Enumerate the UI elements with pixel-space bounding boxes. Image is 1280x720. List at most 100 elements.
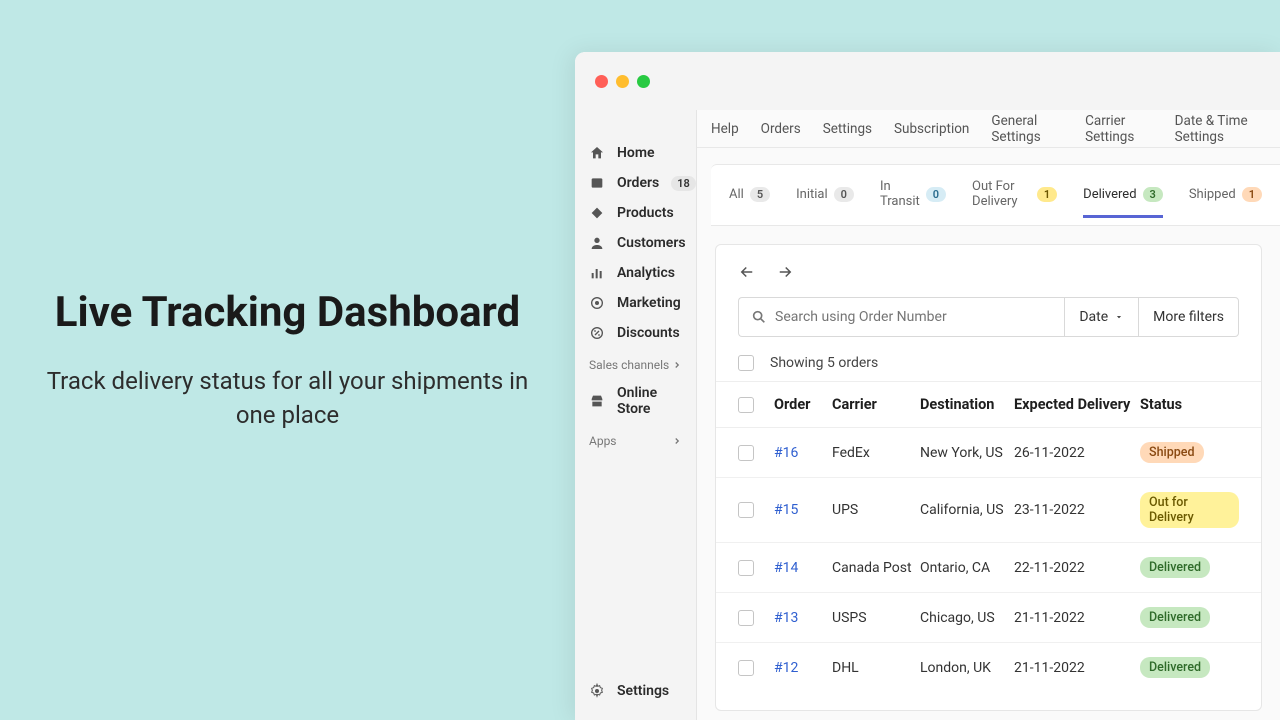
sidebar-item-label: Marketing — [617, 295, 681, 311]
section-label-text: Apps — [589, 434, 617, 448]
caret-down-icon — [1114, 312, 1124, 322]
cell-carrier: FedEx — [832, 445, 920, 461]
search-icon — [751, 309, 767, 325]
tab-count-pill: 1 — [1242, 187, 1262, 202]
order-link[interactable]: #14 — [774, 560, 798, 576]
search-container — [738, 297, 1064, 337]
sidebar-item-marketing[interactable]: Marketing — [575, 288, 696, 318]
sidebar-item-home[interactable]: Home — [575, 138, 696, 168]
table-row: #15UPSCalifornia, US23-11-2022Out for De… — [716, 478, 1261, 543]
discounts-icon — [589, 325, 605, 341]
cell-carrier: UPS — [832, 502, 920, 518]
main-pane: Help Orders Settings Subscription Genera… — [697, 110, 1280, 720]
prev-page-button[interactable] — [738, 263, 756, 281]
sidebar-item-discounts[interactable]: Discounts — [575, 318, 696, 348]
next-page-button[interactable] — [776, 263, 794, 281]
order-link[interactable]: #12 — [774, 660, 798, 676]
maximize-window-button[interactable] — [637, 75, 650, 88]
store-icon — [589, 393, 605, 409]
app-window: Home Orders 18 Products Customers Analyt… — [575, 52, 1280, 720]
cell-destination: Ontario, CA — [920, 560, 1014, 576]
sidebar-item-label: Discounts — [617, 325, 680, 341]
tab-all[interactable]: All5 — [729, 173, 770, 218]
more-filters-button[interactable]: More filters — [1138, 297, 1239, 337]
topnav-carrier-settings[interactable]: Carrier Settings — [1085, 113, 1153, 145]
cell-carrier: DHL — [832, 660, 920, 676]
sidebar-item-label: Products — [617, 205, 674, 221]
date-filter-button[interactable]: Date — [1064, 297, 1138, 337]
minimize-window-button[interactable] — [616, 75, 629, 88]
tab-label: Delivered — [1083, 187, 1136, 202]
app-body: Home Orders 18 Products Customers Analyt… — [575, 110, 1280, 720]
row-checkbox[interactable] — [738, 560, 754, 576]
table-row: #14Canada PostOntario, CA22-11-2022Deliv… — [716, 543, 1261, 593]
cell-expected: 26-11-2022 — [1014, 445, 1140, 461]
row-checkbox[interactable] — [738, 445, 754, 461]
orders-badge: 18 — [671, 176, 696, 191]
hero-subtitle: Track delivery status for all your shipm… — [40, 365, 535, 432]
tab-label: Out For Delivery — [972, 179, 1031, 209]
row-checkbox[interactable] — [738, 502, 754, 518]
tab-shipped[interactable]: Shipped1 — [1189, 173, 1262, 218]
pagination-arrows — [716, 263, 1261, 297]
topnav-subscription[interactable]: Subscription — [894, 121, 969, 137]
sidebar-item-customers[interactable]: Customers — [575, 228, 696, 258]
table-row: #13USPSChicago, US21-11-2022Delivered — [716, 593, 1261, 643]
topnav-settings[interactable]: Settings — [823, 121, 872, 137]
chevron-right-icon — [672, 436, 682, 446]
analytics-icon — [589, 265, 605, 281]
topnav-general-settings[interactable]: General Settings — [991, 113, 1063, 145]
order-link[interactable]: #16 — [774, 445, 798, 461]
cell-expected: 21-11-2022 — [1014, 660, 1140, 676]
hero-panel: Live Tracking Dashboard Track delivery s… — [0, 0, 575, 720]
sidebar-item-analytics[interactable]: Analytics — [575, 258, 696, 288]
customers-icon — [589, 235, 605, 251]
cell-expected: 21-11-2022 — [1014, 610, 1140, 626]
sidebar-item-settings[interactable]: Settings — [575, 676, 696, 706]
sidebar-item-products[interactable]: Products — [575, 198, 696, 228]
hero-title: Live Tracking Dashboard — [55, 288, 520, 337]
tab-delivered[interactable]: Delivered3 — [1083, 173, 1163, 218]
showing-text: Showing 5 orders — [770, 355, 878, 371]
sidebar: Home Orders 18 Products Customers Analyt… — [575, 110, 697, 720]
section-sales-channels[interactable]: Sales channels — [575, 348, 696, 378]
col-destination: Destination — [920, 396, 1014, 413]
tab-initial[interactable]: Initial0 — [796, 173, 854, 218]
select-all-checkbox[interactable] — [738, 355, 754, 371]
tab-in-transit[interactable]: In Transit0 — [880, 165, 946, 225]
cell-carrier: USPS — [832, 610, 920, 626]
col-carrier: Carrier — [832, 396, 920, 413]
cell-destination: California, US — [920, 502, 1014, 518]
search-input[interactable] — [775, 309, 1052, 325]
row-checkbox[interactable] — [738, 610, 754, 626]
cell-destination: Chicago, US — [920, 610, 1014, 626]
order-link[interactable]: #15 — [774, 502, 798, 518]
topnav-help[interactable]: Help — [711, 121, 739, 137]
sidebar-item-label: Analytics — [617, 265, 675, 281]
sidebar-item-label: Orders — [617, 175, 659, 191]
sidebar-item-orders[interactable]: Orders 18 — [575, 168, 696, 198]
section-apps[interactable]: Apps — [575, 424, 696, 454]
sidebar-item-label: Online Store — [617, 385, 682, 417]
header-checkbox[interactable] — [738, 397, 754, 413]
tab-out-for-delivery[interactable]: Out For Delivery1 — [972, 165, 1057, 225]
content-area: All5Initial0In Transit0Out For Delivery1… — [697, 148, 1280, 720]
close-window-button[interactable] — [595, 75, 608, 88]
row-checkbox[interactable] — [738, 660, 754, 676]
gear-icon — [589, 683, 605, 699]
more-filters-label: More filters — [1153, 309, 1224, 325]
col-order: Order — [774, 396, 832, 413]
table-row: #12DHLLondon, UK21-11-2022Delivered — [716, 643, 1261, 692]
section-label-text: Sales channels — [589, 358, 669, 372]
order-link[interactable]: #13 — [774, 610, 798, 626]
traffic-lights — [595, 75, 650, 88]
col-status: Status — [1140, 396, 1239, 413]
table-header: Order Carrier Destination Expected Deliv… — [716, 381, 1261, 428]
sidebar-item-online-store[interactable]: Online Store — [575, 378, 696, 424]
topnav-orders[interactable]: Orders — [761, 121, 801, 137]
products-icon — [589, 205, 605, 221]
topnav-date-time-settings[interactable]: Date & Time Settings — [1175, 113, 1266, 145]
filter-bar: Date More filters — [716, 297, 1261, 337]
showing-row: Showing 5 orders — [716, 337, 1261, 381]
tab-label: In Transit — [880, 179, 920, 209]
